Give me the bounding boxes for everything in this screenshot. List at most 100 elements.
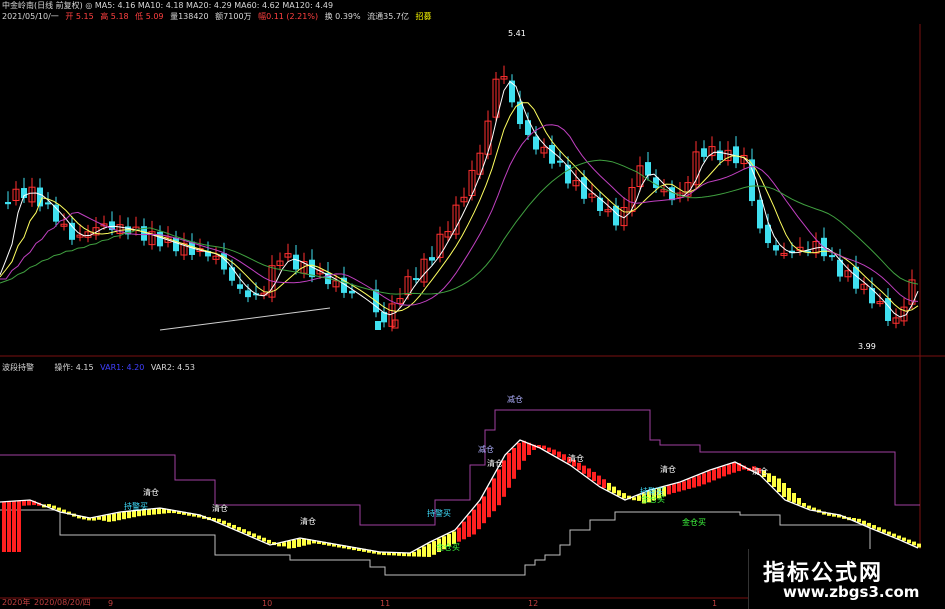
- indicator-bar: [12, 501, 16, 552]
- signal-label: 持警买: [427, 509, 451, 518]
- date-label: 2020年: [2, 598, 31, 607]
- signal-label: 持警买: [124, 502, 148, 511]
- indicator-bar: [507, 453, 511, 488]
- signal-label: 清仓: [143, 488, 159, 497]
- indicator-bar: [582, 465, 586, 474]
- ma5-line: [0, 80, 919, 318]
- indicator-bar: [622, 493, 626, 499]
- indicator-bar: [677, 482, 681, 492]
- indicator-bar: [872, 525, 876, 529]
- candle-body: [565, 164, 571, 184]
- indicator-bar: [562, 454, 566, 461]
- indicator-bar: [107, 514, 111, 522]
- indicator-bar: [667, 485, 671, 495]
- indicator-bar: [612, 486, 616, 494]
- indicator-bar: [862, 520, 866, 525]
- indicator-bar: [27, 500, 31, 506]
- signal-label: 清仓: [212, 504, 228, 513]
- indicator-bar: [17, 500, 21, 552]
- candle-body: [773, 245, 779, 251]
- candle-body: [293, 254, 299, 270]
- signal-label: 减仓: [478, 445, 494, 454]
- candle-body: [53, 204, 59, 222]
- indicator-bar: [797, 498, 801, 505]
- indicator-bar: [542, 445, 546, 450]
- indicator-bar: [242, 529, 246, 533]
- indicator-bar: [597, 475, 601, 485]
- indicator-bar: [57, 507, 61, 511]
- indicator-bar: [807, 505, 811, 509]
- indicator-bar: [267, 539, 271, 544]
- indicator-bar: [877, 527, 881, 531]
- indicator-bar: [907, 539, 911, 544]
- date-label: 9: [108, 599, 114, 608]
- watermark-banner: 指标公式网 www.zbgs3.com: [748, 549, 945, 609]
- indicator-bar: [232, 524, 236, 529]
- price-high-label: 5.41: [508, 29, 526, 38]
- candle-body: [533, 136, 539, 150]
- candle-body: [757, 199, 763, 229]
- date-label: 2020/08/20/四: [34, 598, 91, 607]
- indicator-bar: [512, 448, 516, 479]
- indicator-bar: [887, 531, 891, 535]
- candle-body: [549, 145, 555, 164]
- indicator-bar: [722, 466, 726, 477]
- indicator-bar: [152, 508, 156, 515]
- candle-body: [645, 162, 651, 176]
- indicator-bar: [602, 479, 606, 489]
- indicator-bar: [462, 521, 466, 540]
- indicator-bar: [282, 542, 286, 547]
- candle-body: [375, 321, 381, 330]
- candle-body: [69, 222, 75, 240]
- signal-label: 金仓买: [641, 495, 665, 504]
- candle-body: [229, 267, 235, 281]
- stock-chart-canvas[interactable]: 5.41 3.99: [0, 0, 945, 609]
- price-low-label: 3.99: [858, 342, 876, 351]
- indicator-bar: [732, 462, 736, 473]
- candle-body: [429, 257, 435, 261]
- indicator-bar: [912, 541, 916, 546]
- watermark-url: www.zbgs3.com: [783, 583, 920, 601]
- indicator-bar: [587, 468, 591, 478]
- indicator-bar: [717, 467, 721, 479]
- indicator-bar: [607, 482, 611, 491]
- candle-body: [157, 231, 163, 247]
- signal-label: 金仓买: [682, 518, 706, 527]
- indicator-bar: [257, 535, 261, 540]
- signal-label: 清仓: [300, 517, 316, 526]
- indicator-bar: [262, 537, 266, 542]
- indicator-bar: [292, 539, 296, 549]
- date-label: 12: [528, 599, 539, 608]
- date-label: 1: [712, 599, 718, 608]
- indicator-bar: [237, 527, 241, 531]
- indicator-bar: [557, 451, 561, 458]
- candle-body: [869, 288, 875, 304]
- signal-label: 减仓: [507, 395, 523, 404]
- candle-body: [885, 298, 891, 321]
- indicator-bar: [427, 543, 431, 557]
- date-label: 10: [262, 599, 273, 608]
- candle-body: [829, 255, 835, 258]
- indicator-bar: [217, 518, 221, 523]
- indicator-bar: [552, 449, 556, 455]
- indicator-bar: [487, 487, 491, 518]
- indicator-bar: [687, 479, 691, 489]
- candle-body: [413, 278, 419, 281]
- indicator-bar: [122, 511, 126, 520]
- indicator-bar: [52, 505, 56, 509]
- indicator-bar: [772, 475, 776, 487]
- indicator-bar: [497, 469, 501, 506]
- signal-label: 清仓: [660, 465, 676, 474]
- indicator-bar: [227, 522, 231, 527]
- indicator-bar: [457, 527, 461, 542]
- candle-body: [173, 237, 179, 252]
- indicator-bar: [697, 475, 701, 487]
- indicator-bar: [422, 546, 426, 557]
- candle-body: [237, 284, 243, 289]
- indicator-bar: [867, 522, 871, 527]
- indicator-bar: [127, 511, 131, 519]
- candle-body: [733, 146, 739, 164]
- indicator-bar: [792, 493, 796, 503]
- candle-body: [653, 177, 659, 188]
- indicator-bar: [727, 464, 731, 475]
